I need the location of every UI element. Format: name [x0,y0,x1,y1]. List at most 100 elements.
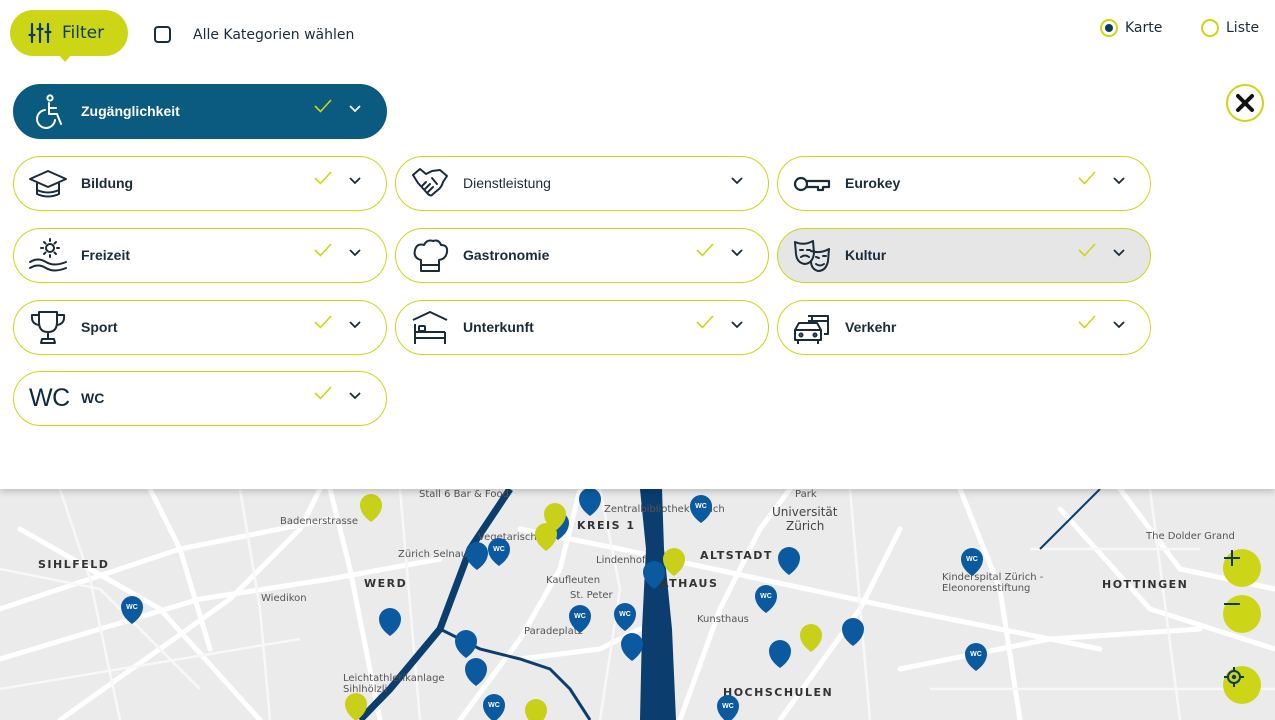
category-label: Eurokey [845,175,901,191]
category-freizeit[interactable]: Freizeit [13,228,387,283]
category-gastronomie[interactable]: Gastronomie [395,228,769,283]
svg-text:WC: WC [574,613,586,620]
locate-me-button[interactable] [1223,666,1261,704]
map-pin[interactable]: WC [483,694,505,720]
map-view[interactable]: SIHLFELD WERD KREIS 1 ALTSTADT RATHAUS H… [0,489,1275,720]
check-icon [1078,243,1096,257]
category-eurokey[interactable]: Eurokey [777,156,1151,211]
check-icon [314,315,332,329]
category-label: WC [81,390,105,406]
category-wc[interactable]: WC WC [13,371,387,426]
view-option-karte[interactable]: Karte [1100,19,1162,37]
svg-text:WC: WC [970,651,982,658]
wheelchair-icon [36,94,62,129]
map-pin[interactable]: WC [717,695,739,720]
category-dienstleistung[interactable]: Dienstleistung [395,156,769,211]
svg-text:WC: WC [966,556,978,563]
map-pin[interactable] [663,548,685,576]
chevron-down-icon[interactable] [731,321,743,329]
chevron-down-icon[interactable] [1113,249,1125,257]
view-option-liste-label: Liste [1226,20,1260,36]
top-bar: Filter Alle Kategorien wählen Karte List… [0,0,1275,62]
chevron-down-icon[interactable] [1113,177,1125,185]
category-label: Verkehr [845,319,897,335]
crosshair-icon [1224,667,1244,687]
map-pin[interactable]: WC [121,596,143,624]
category-label: Zugänglichkeit [81,103,180,119]
svg-text:WC: WC [126,604,138,611]
map-pin[interactable]: WC [569,605,591,633]
map-pin[interactable] [465,658,487,686]
category-label: Kultur [845,247,887,263]
chevron-down-icon[interactable] [1113,321,1125,329]
map-pin[interactable] [466,542,488,570]
view-option-liste[interactable]: Liste [1201,19,1259,37]
minus-icon [1224,603,1240,605]
map-pin[interactable]: WC [961,548,983,576]
radio-karte[interactable] [1100,19,1118,37]
map-pin[interactable] [800,624,822,652]
theater-masks-icon [794,240,830,272]
sun-waves-icon [29,238,67,272]
check-icon [696,243,714,257]
map-pin[interactable] [379,608,401,636]
chef-hat-icon [413,239,449,272]
map-pin[interactable] [842,618,864,646]
filter-pointer [58,54,72,62]
chevron-down-icon[interactable] [349,249,361,257]
map-pin[interactable] [455,630,477,658]
select-all-checkbox[interactable] [154,26,171,43]
filter-button[interactable]: Filter [10,10,128,56]
category-sport[interactable]: Sport [13,300,387,355]
category-zugaenglichkeit[interactable]: Zugänglichkeit [13,84,387,139]
chevron-down-icon[interactable] [731,177,743,185]
chevron-down-icon[interactable] [349,321,361,329]
map-pin[interactable] [621,633,643,661]
category-unterkunft[interactable]: Unterkunft [395,300,769,355]
chevron-down-icon[interactable] [349,105,361,113]
chevron-down-icon[interactable] [349,177,361,185]
sliders-icon [28,22,52,44]
category-label: Gastronomie [463,247,550,263]
svg-text:WC: WC [619,611,631,618]
bed-icon [412,311,448,344]
close-filter-button[interactable] [1226,84,1264,122]
zoom-in-button[interactable] [1223,549,1261,587]
map-pin[interactable]: WC [755,585,777,613]
zoom-out-button[interactable] [1223,595,1261,633]
map-pin[interactable] [525,699,547,720]
check-icon [314,99,332,113]
map-pin[interactable]: WC [965,643,987,671]
category-kultur[interactable]: Kultur [777,228,1151,283]
select-all-categories[interactable]: Alle Kategorien wählen [154,26,354,43]
category-label: Bildung [81,175,134,191]
key-icon [793,176,831,192]
category-label: Sport [81,319,118,335]
filter-button-label: Filter [62,23,105,43]
wc-icon: WC [29,384,70,412]
check-icon [314,243,332,257]
chevron-down-icon[interactable] [731,249,743,257]
select-all-label: Alle Kategorien wählen [193,26,355,43]
map-pin[interactable]: WC [488,538,510,566]
map-pin[interactable]: WC [614,603,636,631]
svg-text:WC: WC [695,503,707,510]
handshake-icon [412,168,448,197]
map-pin[interactable] [579,489,601,516]
map-pin[interactable] [778,547,800,575]
svg-text:WC: WC [488,702,500,709]
category-bildung[interactable]: Bildung [13,156,387,211]
map-pin[interactable] [769,640,791,668]
view-option-karte-label: Karte [1125,20,1163,36]
category-label: Unterkunft [463,319,534,335]
map-pin[interactable]: WC [690,495,712,523]
map-pin[interactable] [360,494,382,522]
map-pins: WC WC WC WC WC WC WC WC WC WC [121,489,987,720]
radio-liste[interactable] [1201,19,1219,37]
category-verkehr[interactable]: Verkehr [777,300,1151,355]
map-pin[interactable] [345,693,367,720]
check-icon [696,315,714,329]
check-icon [314,386,332,400]
map-pin[interactable] [643,561,665,589]
chevron-down-icon[interactable] [349,392,361,400]
